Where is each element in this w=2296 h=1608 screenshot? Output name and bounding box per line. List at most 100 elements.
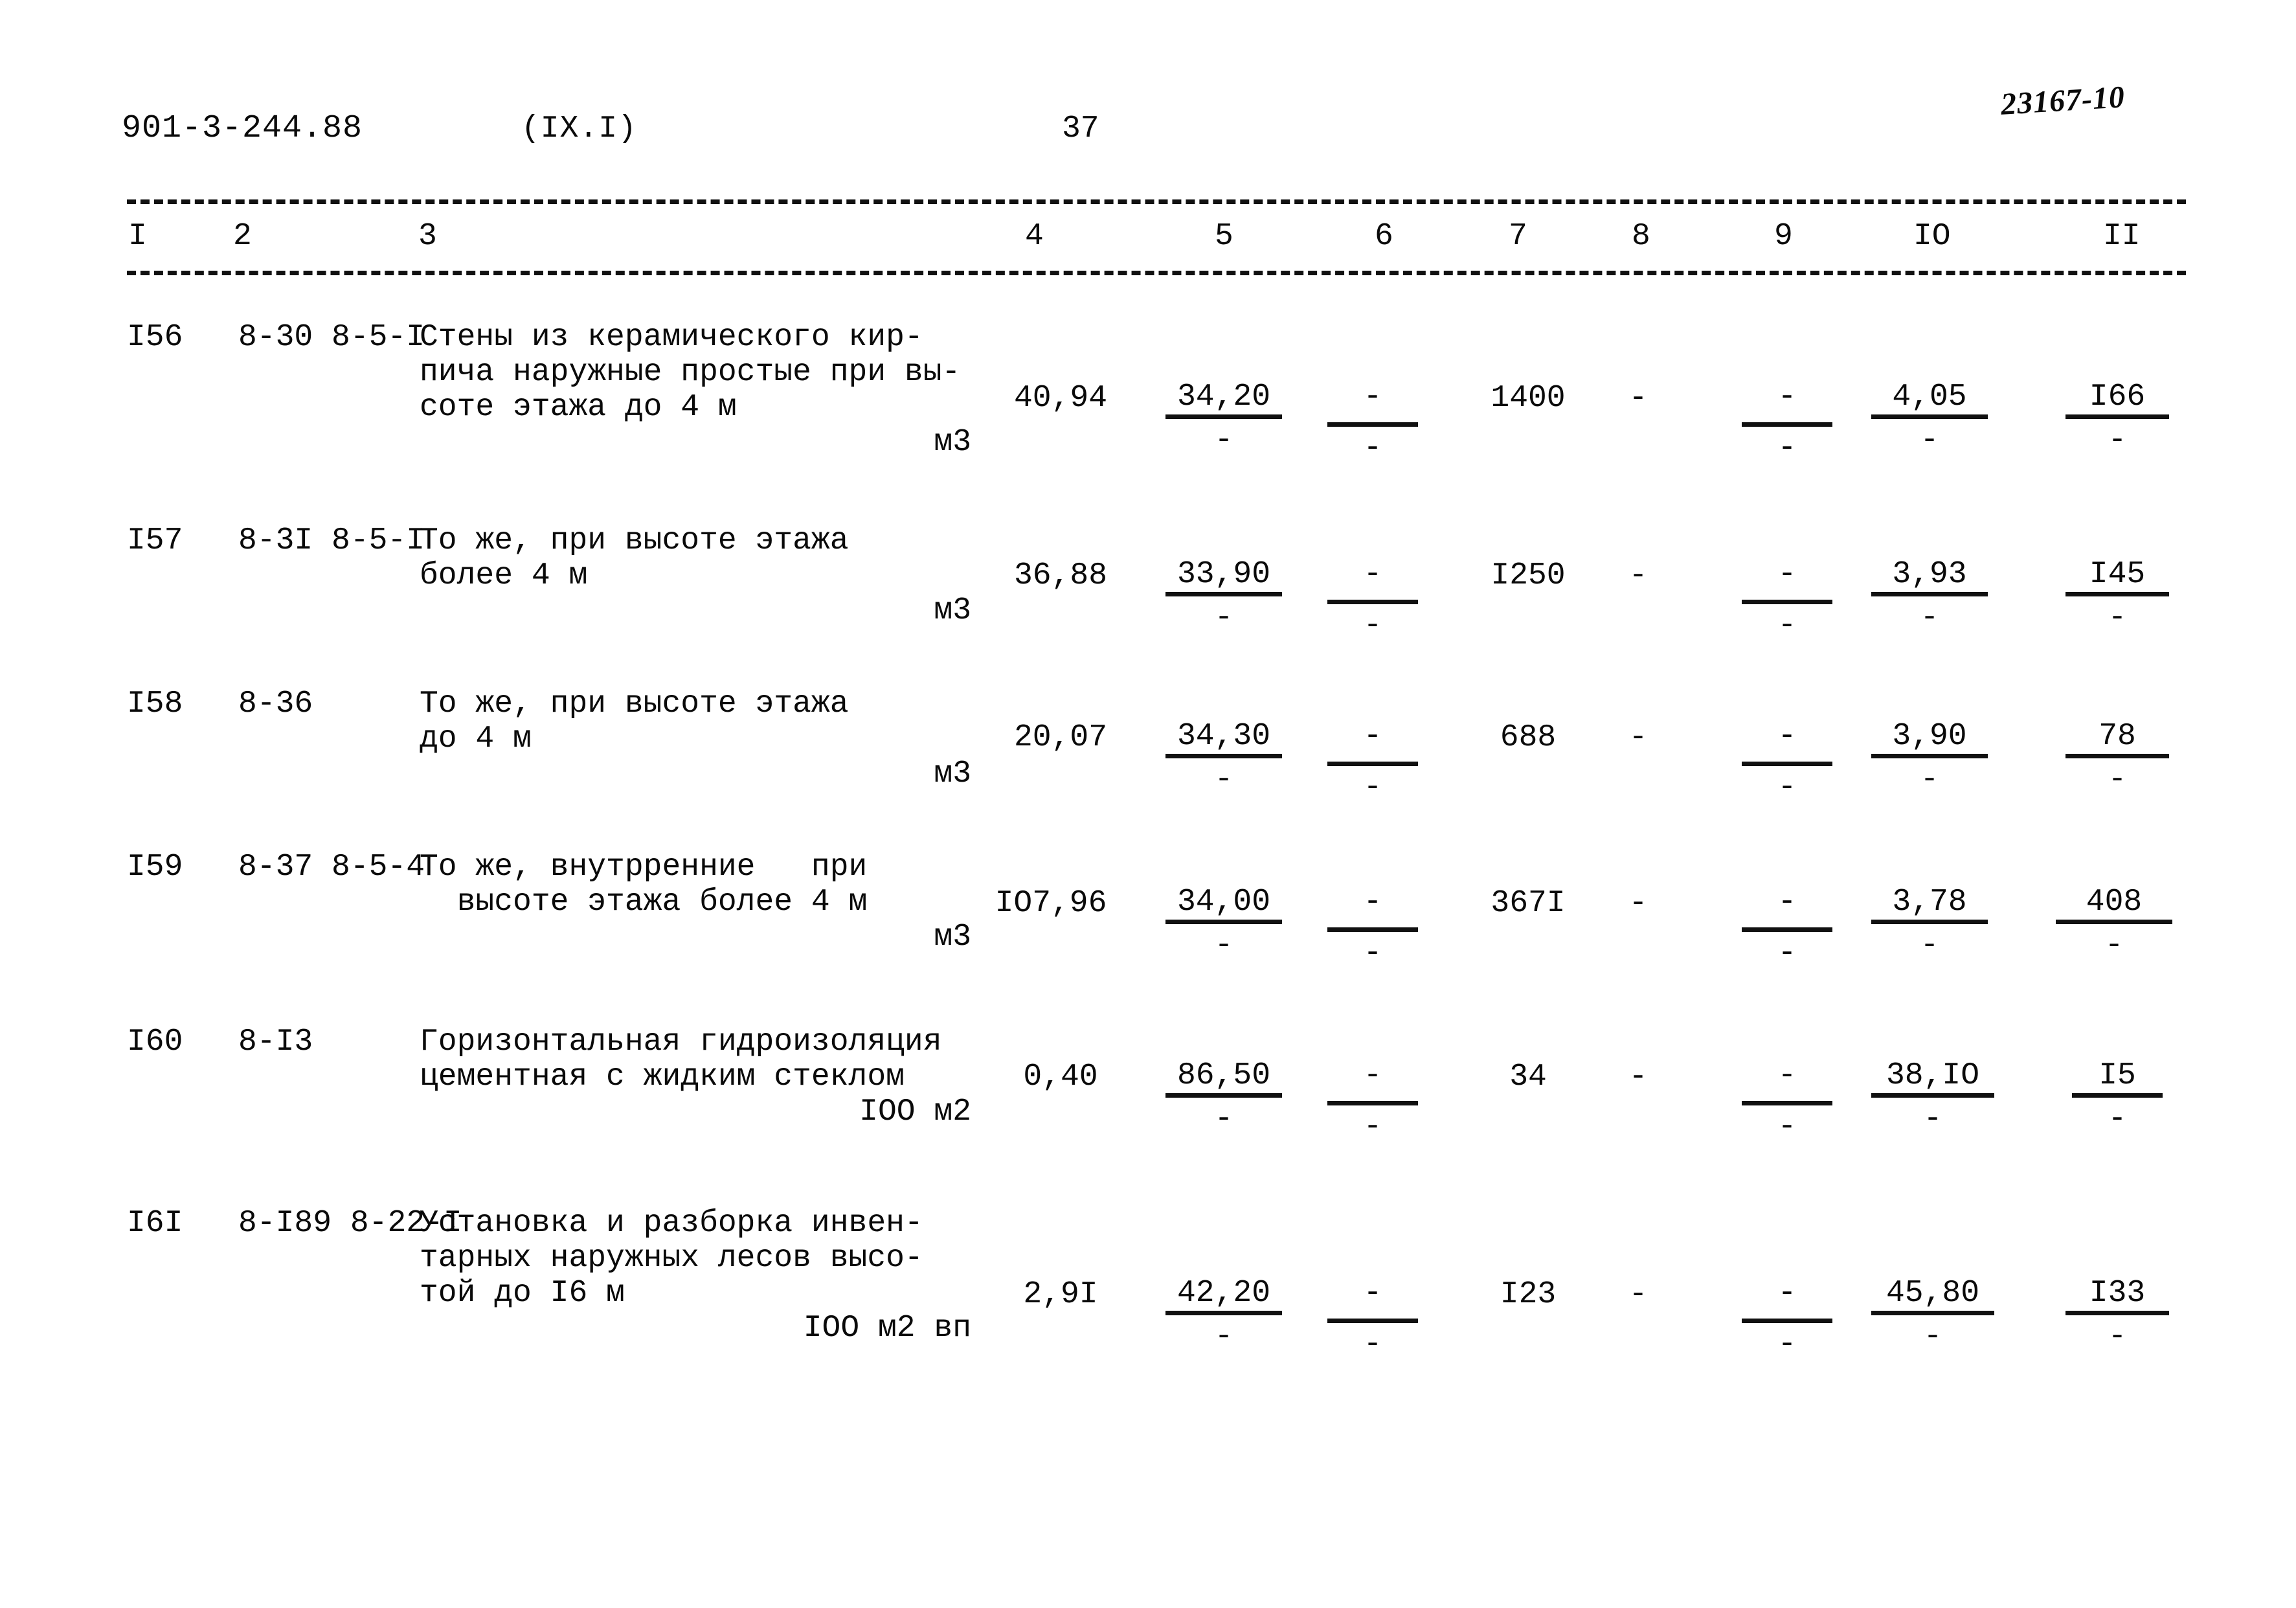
cell-col9-numerator: - xyxy=(1742,558,1832,604)
cell-col11: I45 - xyxy=(2065,558,2169,634)
cell-col5-numerator: 33,90 xyxy=(1165,558,1282,596)
cell-col5: 34,00 - xyxy=(1165,886,1282,962)
cell-col6: - - xyxy=(1327,558,1418,642)
cell-col8: - xyxy=(1628,1059,1648,1094)
cell-col10-numerator: 3,90 xyxy=(1871,720,1988,758)
column-header-2: 2 xyxy=(233,219,252,254)
cell-col10: 4,05 - xyxy=(1871,381,1988,457)
cell-col4: 20,07 xyxy=(1013,720,1108,755)
column-header-6: 6 xyxy=(1375,219,1393,254)
row-codes: 8-36 xyxy=(238,686,313,721)
row-description: То же, внутрренние при высоте этажа боле… xyxy=(420,850,868,920)
cell-col5: 42,20 - xyxy=(1165,1277,1282,1353)
row-codes: 8-30 8-5-I xyxy=(238,320,425,355)
cell-col4: 36,88 xyxy=(1013,558,1108,593)
cell-col11-denominator: - xyxy=(2104,928,2124,963)
cell-col6-denominator: - xyxy=(1363,770,1382,805)
row-number: I56 xyxy=(127,320,183,355)
column-header-9: 9 xyxy=(1774,219,1793,254)
cell-col5-denominator: - xyxy=(1214,423,1233,458)
row-unit: м3 xyxy=(934,756,971,791)
cell-col9: - - xyxy=(1742,1277,1832,1361)
cell-col6: - - xyxy=(1327,1277,1418,1361)
row-codes: 8-3I 8-5-I xyxy=(238,523,425,558)
cell-col8: - xyxy=(1628,886,1648,921)
column-header-7: 7 xyxy=(1509,219,1527,254)
cell-col11-denominator: - xyxy=(2108,762,2127,797)
cell-col7: 1400 xyxy=(1491,381,1566,416)
row-codes: 8-I3 xyxy=(238,1025,313,1059)
cell-col10-denominator: - xyxy=(1920,928,1939,963)
cell-col11-numerator: I66 xyxy=(2065,381,2169,419)
cell-col10-numerator: 45,80 xyxy=(1871,1277,1994,1315)
column-header-11: II xyxy=(2103,219,2141,254)
cell-col5-numerator: 34,20 xyxy=(1165,381,1282,419)
cell-col6: - - xyxy=(1327,381,1418,464)
cell-col5: 86,50 - xyxy=(1165,1059,1282,1135)
cell-col9-denominator: - xyxy=(1777,431,1797,466)
cell-col4: 0,40 xyxy=(1023,1059,1098,1094)
cell-col5-numerator: 42,20 xyxy=(1165,1277,1282,1315)
row-number: I59 xyxy=(127,850,183,885)
cell-col11-denominator: - xyxy=(2108,1319,2127,1354)
cell-col10: 45,80 - xyxy=(1871,1277,1994,1353)
document-section: (IX.I) xyxy=(521,111,637,146)
cell-col10-denominator: - xyxy=(1920,423,1939,458)
cell-col11: I66 - xyxy=(2065,381,2169,457)
row-unit: IOO м2 вп xyxy=(803,1311,971,1346)
cell-col9-numerator: - xyxy=(1742,720,1832,766)
table-rule-bottom xyxy=(127,271,2186,275)
cell-col5-numerator: 86,50 xyxy=(1165,1059,1282,1098)
cell-col9: - - xyxy=(1742,558,1832,642)
column-header-8: 8 xyxy=(1632,219,1650,254)
cell-col5-denominator: - xyxy=(1214,928,1233,963)
cell-col5-denominator: - xyxy=(1214,762,1233,797)
cell-col11-numerator: I5 xyxy=(2072,1059,2163,1098)
cell-col9-denominator: - xyxy=(1777,936,1797,971)
archive-stamp: 23167-10 xyxy=(1999,80,2126,122)
cell-col9: - - xyxy=(1742,381,1832,464)
cell-col11-numerator: I33 xyxy=(2065,1277,2169,1315)
cell-col6-denominator: - xyxy=(1363,431,1382,466)
cell-col4: 40,94 xyxy=(1013,381,1108,416)
cell-col11-numerator: 78 xyxy=(2065,720,2169,758)
cell-col4: 2,9I xyxy=(1023,1277,1098,1312)
cell-col6: - - xyxy=(1327,886,1418,969)
cell-col10: 3,93 - xyxy=(1871,558,1988,634)
cell-col8: - xyxy=(1628,558,1648,593)
column-header-3: 3 xyxy=(418,219,437,254)
cell-col11-numerator: I45 xyxy=(2065,558,2169,596)
cell-col6-numerator: - xyxy=(1327,886,1418,932)
cell-col6: - - xyxy=(1327,720,1418,804)
row-number: I57 xyxy=(127,523,183,558)
row-codes: 8-37 8-5-4 xyxy=(238,850,425,885)
cell-col11: 78 - xyxy=(2065,720,2169,796)
cell-col11: I33 - xyxy=(2065,1277,2169,1353)
cell-col10: 3,78 - xyxy=(1871,886,1988,962)
cell-col11-denominator: - xyxy=(2108,600,2127,635)
cell-col10-denominator: - xyxy=(1923,1319,1942,1354)
table-rule-top xyxy=(127,199,2186,204)
cell-col9-denominator: - xyxy=(1777,608,1797,643)
cell-col9-denominator: - xyxy=(1777,1327,1797,1362)
row-unit: м3 xyxy=(934,920,971,955)
cell-col9: - - xyxy=(1742,1059,1832,1143)
cell-col11-denominator: - xyxy=(2108,1102,2127,1137)
cell-col7: I23 xyxy=(1500,1277,1557,1312)
row-description: То же, при высоте этажа до 4 м xyxy=(420,686,849,756)
cell-col6-numerator: - xyxy=(1327,381,1418,427)
cell-col5-numerator: 34,00 xyxy=(1165,886,1282,924)
cell-col10-numerator: 4,05 xyxy=(1871,381,1988,419)
row-unit: IOO м2 xyxy=(859,1094,971,1129)
cell-col7: 367I xyxy=(1491,886,1566,921)
cell-col10-numerator: 3,78 xyxy=(1871,886,1988,924)
cell-col6: - - xyxy=(1327,1059,1418,1143)
column-header-1: I xyxy=(128,219,147,254)
cell-col8: - xyxy=(1628,381,1648,416)
cell-col9: - - xyxy=(1742,720,1832,804)
cell-col11: 408 - xyxy=(2056,886,2172,962)
cell-col10: 3,90 - xyxy=(1871,720,1988,796)
document-code: 901-3-244.88 xyxy=(122,110,363,147)
row-number: I58 xyxy=(127,686,183,721)
cell-col4: IO7,96 xyxy=(995,886,1107,921)
